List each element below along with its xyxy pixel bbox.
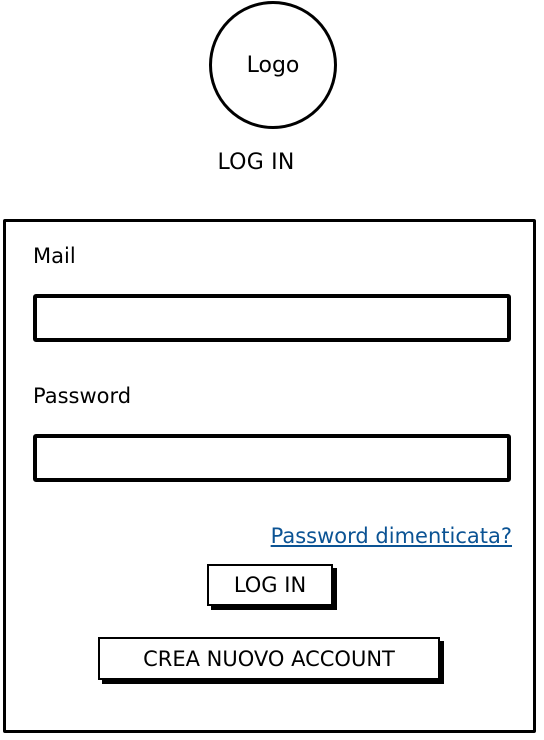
login-button[interactable]: LOG IN — [207, 564, 333, 606]
password-label: Password — [33, 384, 132, 408]
create-account-button[interactable]: CREA NUOVO ACCOUNT — [98, 637, 440, 680]
password-input[interactable] — [33, 434, 511, 482]
mail-input[interactable] — [33, 294, 511, 342]
logo-text: Logo — [246, 52, 300, 78]
page-title: LOG IN — [217, 150, 295, 175]
forgot-password-link[interactable]: Password dimenticata? — [271, 524, 512, 548]
logo: Logo — [209, 1, 337, 129]
mail-label: Mail — [33, 244, 76, 268]
